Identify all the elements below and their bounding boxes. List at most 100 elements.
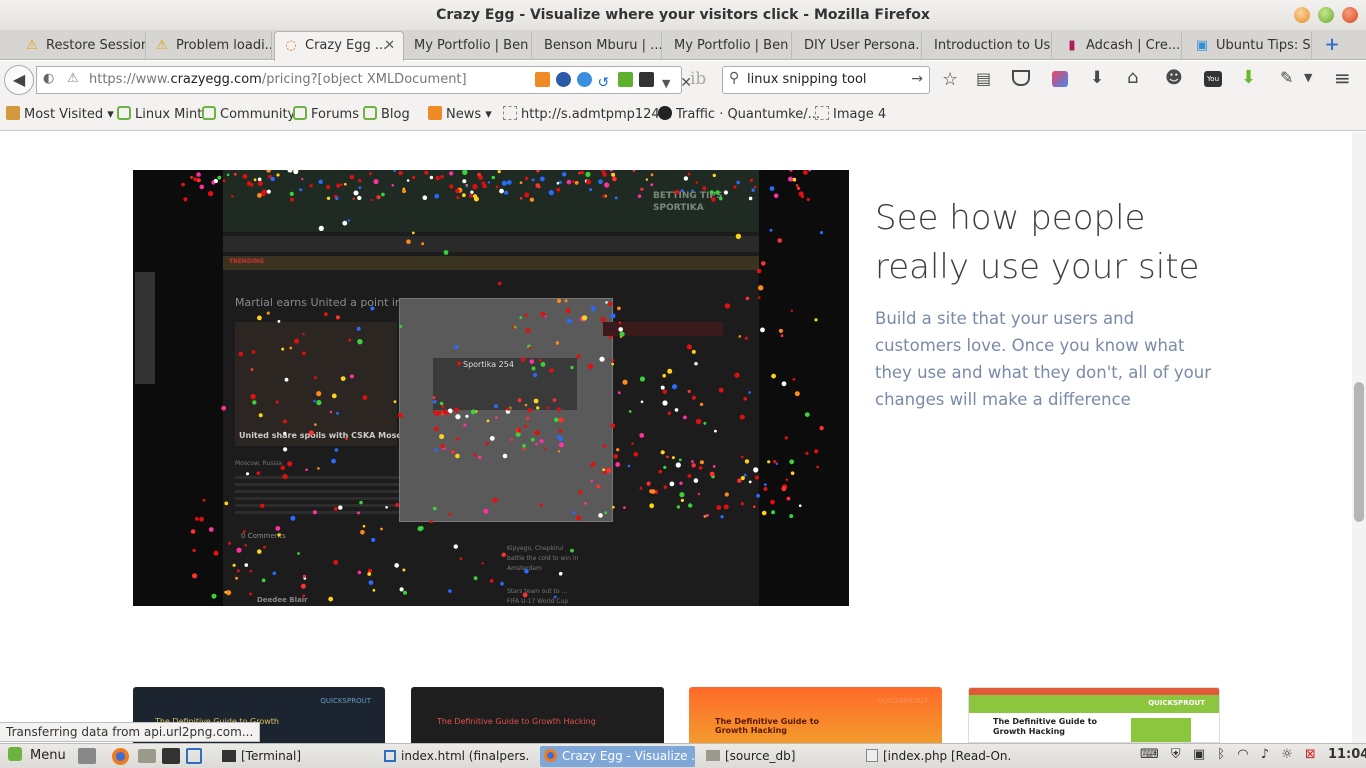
hello-chat-icon[interactable]: ☻ <box>1165 68 1183 88</box>
task-index-php[interactable]: [index.php [Read-On... <box>862 746 1012 767</box>
heatmap-click-dot <box>398 170 403 176</box>
tab-adcash[interactable]: ▮ Adcash | Cre... <box>1056 32 1182 60</box>
bookmark-image-4[interactable]: Image 4 <box>815 106 886 122</box>
editor-launcher-icon[interactable] <box>186 748 202 764</box>
volume-icon[interactable]: ♪ <box>1261 747 1269 762</box>
search-bar[interactable]: ⚲ linux snipping tool → <box>722 66 930 94</box>
wifi-icon[interactable]: ◠ <box>1237 747 1248 762</box>
bookmark-most-visited[interactable]: Most Visited ▾ <box>6 106 114 122</box>
shield-tray-icon[interactable]: ⛨ <box>1171 747 1181 762</box>
maximize-button[interactable] <box>1318 7 1334 23</box>
bookmark-blog[interactable]: Blog <box>363 106 410 122</box>
dropdown-arrow-icon[interactable]: ▼ <box>662 77 670 90</box>
heatmap-click-dot <box>602 172 607 177</box>
tab-introduction[interactable]: Introduction to Us... <box>926 32 1052 60</box>
task-crazy-egg[interactable]: Crazy Egg - Visualize ... <box>540 746 695 767</box>
search-input[interactable]: linux snipping tool <box>747 72 867 87</box>
close-window-button[interactable] <box>1342 7 1358 23</box>
tab-diy-user-persona[interactable]: DIY User Persona... <box>796 32 922 60</box>
bookmark-star-icon[interactable]: ☆ <box>942 69 958 90</box>
show-desktop-icon[interactable] <box>78 748 96 764</box>
linux-mint-icon <box>363 106 377 120</box>
heatmap-click-dot <box>250 393 256 400</box>
new-tab-icon[interactable]: + <box>1322 34 1342 55</box>
youtube-icon[interactable]: You <box>1204 71 1222 87</box>
heatmap-click-dot <box>566 318 572 324</box>
heatmap-click-dot <box>784 436 788 440</box>
tab-restore-session[interactable]: ⚠ Restore Session <box>16 32 146 60</box>
green-download-icon[interactable]: ⬇ <box>1241 67 1256 88</box>
thumbnail-4[interactable]: QUICKSPROUT The Definitive Guide to Grow… <box>968 687 1220 743</box>
files-launcher-icon[interactable] <box>138 749 156 763</box>
heatmap-click-dot <box>584 501 587 505</box>
update-tray-icon[interactable]: ▣ <box>1193 747 1205 762</box>
firefox-launcher-icon[interactable] <box>112 748 129 765</box>
heatmap-click-dot <box>531 366 536 371</box>
bookmark-news[interactable]: News ▾ <box>428 106 492 122</box>
bookmark-traffic-github[interactable]: Traffic · Quantumke/... <box>658 106 820 122</box>
bookmark-forums[interactable]: Forums <box>293 106 359 122</box>
heatmap-click-dot <box>596 484 601 489</box>
heatmap-click-dot <box>455 188 460 194</box>
url-bar[interactable]: ◐ ⚠ https://www.crazyegg.com/pricing?[ob… <box>36 66 692 94</box>
heatmap-click-dot <box>771 373 776 379</box>
bookmark-linux-mint[interactable]: Linux Mint <box>117 106 202 122</box>
identity-icon[interactable]: ◐ <box>43 71 54 86</box>
heatmap-click-dot <box>242 174 248 179</box>
addon-moon-icon[interactable] <box>576 72 592 87</box>
ib-addon-icon[interactable]: ib <box>690 69 706 89</box>
tab-my-portfolio[interactable]: My Portfolio | Ben <box>406 32 532 60</box>
heatmap-click-dot <box>326 196 331 200</box>
error-tray-icon[interactable]: ⊠ <box>1305 747 1316 762</box>
bluetooth-icon[interactable]: ᛒ <box>1217 747 1225 762</box>
pocket-icon[interactable] <box>1012 70 1030 86</box>
start-menu-button[interactable]: Menu <box>8 747 66 763</box>
hamburger-menu-icon[interactable]: ≡ <box>1334 66 1351 90</box>
page-scrollbar[interactable] <box>1352 132 1366 743</box>
page-scrollbar-thumb[interactable] <box>1354 382 1364 522</box>
minimize-button[interactable] <box>1294 7 1310 23</box>
addon-colorful-icon[interactable] <box>1052 71 1068 87</box>
developer-tools-icon[interactable]: ✎ <box>1280 68 1293 87</box>
tab-ubuntu-tips[interactable]: ▣Ubuntu Tips: S... <box>1186 32 1312 60</box>
task-terminal[interactable]: [Terminal] <box>218 746 368 767</box>
home-icon[interactable]: ⌂ <box>1127 67 1138 88</box>
heatmap-click-dot <box>658 469 663 474</box>
thumbnail-3[interactable]: QUICKSPROUT The Definitive Guide to Grow… <box>689 687 942 743</box>
heatmap-click-dot <box>224 501 229 506</box>
heatmap-click-dot <box>781 486 787 492</box>
heatmap-click-dot <box>572 180 575 183</box>
task-index-html[interactable]: index.html (finalpers... <box>380 746 530 767</box>
linux-mint-icon <box>8 747 22 761</box>
heatmap-click-dot <box>300 583 306 589</box>
terminal-launcher-icon[interactable] <box>162 748 180 764</box>
clock[interactable]: 11:04 <box>1328 747 1366 762</box>
tab-problem-loading[interactable]: ⚠ Problem loadi... <box>146 32 272 60</box>
task-source-db[interactable]: [source_db] <box>702 746 852 767</box>
search-go-icon[interactable]: → <box>911 71 923 87</box>
close-tab-icon[interactable]: ✕ <box>384 32 395 59</box>
tab-crazy-egg[interactable]: ◌ Crazy Egg ... ✕ <box>274 31 404 61</box>
bookmark-admtpmp[interactable]: http://s.admtpmp124... <box>503 106 672 122</box>
download-icon[interactable]: ⬇ <box>1090 68 1104 88</box>
brightness-icon[interactable]: ☼ <box>1281 747 1293 762</box>
reload-addon-icon[interactable]: ↺ <box>597 76 612 91</box>
tab-my-portfolio-2[interactable]: My Portfolio | Ben <box>666 32 792 60</box>
addon-c-icon[interactable] <box>618 72 634 87</box>
reader-list-icon[interactable]: ▤ <box>976 69 991 88</box>
addon-rss-icon[interactable] <box>535 72 550 87</box>
bookmark-community[interactable]: Community <box>202 106 295 122</box>
thumbnail-2[interactable]: The Definitive Guide to Growth Hacking <box>411 687 664 743</box>
keyboard-icon[interactable]: ⌨ <box>1140 747 1159 762</box>
back-button[interactable]: ◀ <box>4 65 34 95</box>
tab-benson-mburu[interactable]: Benson Mburu | ... <box>536 32 662 60</box>
heatmap-click-dot <box>529 359 535 364</box>
heatmap-click-dot <box>539 176 545 182</box>
heatmap-click-dot <box>456 437 460 441</box>
ubuntu-icon: ▣ <box>1195 38 1209 53</box>
heatmap-click-dot <box>705 513 709 517</box>
addon-compass-icon[interactable] <box>555 72 571 87</box>
addon-chart-icon[interactable] <box>639 72 655 87</box>
toolbar-overflow-icon[interactable]: ▼ <box>1304 71 1312 84</box>
heatmap-click-dot <box>666 455 669 459</box>
